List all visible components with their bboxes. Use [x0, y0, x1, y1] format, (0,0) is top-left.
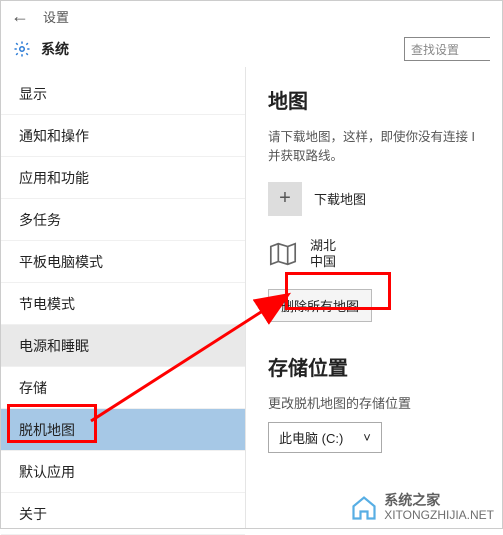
search-input[interactable]: 查找设置	[404, 37, 490, 61]
sidebar-item-label: 显示	[19, 84, 47, 104]
watermark-url: XITONGZHIJIA.NET	[384, 509, 494, 522]
delete-all-label: 删除所有地图	[281, 299, 359, 314]
download-maps-button[interactable]: + 下载地图	[268, 182, 502, 216]
header-title: 设置	[43, 7, 69, 26]
search-placeholder: 查找设置	[411, 41, 459, 58]
download-label: 下载地图	[314, 189, 366, 208]
storage-heading: 存储位置	[268, 352, 502, 381]
map-icon	[268, 240, 298, 268]
watermark: 系统之家 XITONGZHIJIA.NET	[350, 493, 494, 522]
map-entry[interactable]: 湖北 中国	[268, 238, 502, 272]
storage-select-value: 此电脑 (C:)	[279, 428, 343, 447]
sidebar-item-default-apps[interactable]: 默认应用	[1, 451, 245, 493]
map-labels: 湖北 中国	[310, 238, 336, 272]
sidebar-item-label: 关于	[19, 504, 47, 524]
sidebar-item-label: 脱机地图	[19, 420, 75, 440]
back-icon[interactable]: ←	[11, 6, 29, 27]
sidebar-item-label: 存储	[19, 378, 47, 398]
storage-select[interactable]: 此电脑 (C:) ˅	[268, 422, 382, 453]
sidebar-item-tablet[interactable]: 平板电脑模式	[1, 241, 245, 283]
watermark-logo-icon	[350, 494, 378, 522]
gear-icon	[13, 40, 31, 58]
sidebar-item-display[interactable]: 显示	[1, 73, 245, 115]
sidebar-item-label: 通知和操作	[19, 126, 89, 146]
chevron-down-icon: ˅	[363, 430, 371, 445]
sidebar-item-apps[interactable]: 应用和功能	[1, 157, 245, 199]
sidebar-item-label: 电源和睡眠	[19, 336, 89, 356]
sidebar-item-label: 应用和功能	[19, 168, 89, 188]
sidebar-item-offline-maps[interactable]: 脱机地图	[1, 409, 245, 451]
maps-heading: 地图	[268, 85, 502, 114]
storage-desc: 更改脱机地图的存储位置	[268, 393, 502, 412]
sidebar-item-power[interactable]: 电源和睡眠	[1, 325, 245, 367]
sidebar-item-label: 节电模式	[19, 294, 75, 314]
sidebar-item-label: 平板电脑模式	[19, 252, 103, 272]
watermark-brand: 系统之家	[384, 493, 494, 508]
sidebar-item-label: 默认应用	[19, 462, 75, 482]
main-panel: 地图 请下载地图，这样，即使你没有连接 I 并获取路线。 + 下载地图 湖北 中…	[246, 67, 502, 528]
delete-all-maps-button[interactable]: 删除所有地图	[268, 289, 372, 322]
plus-icon[interactable]: +	[268, 182, 302, 216]
sidebar-item-label: 多任务	[19, 210, 61, 230]
sidebar: 显示 通知和操作 应用和功能 多任务 平板电脑模式 节电模式 电源和睡眠 存储 …	[1, 67, 246, 528]
page-title: 系统	[41, 39, 69, 59]
sidebar-item-battery[interactable]: 节电模式	[1, 283, 245, 325]
sidebar-item-storage[interactable]: 存储	[1, 367, 245, 409]
maps-description: 请下载地图，这样，即使你没有连接 I 并获取路线。	[268, 128, 502, 166]
sidebar-item-notifications[interactable]: 通知和操作	[1, 115, 245, 157]
sidebar-item-multitask[interactable]: 多任务	[1, 199, 245, 241]
